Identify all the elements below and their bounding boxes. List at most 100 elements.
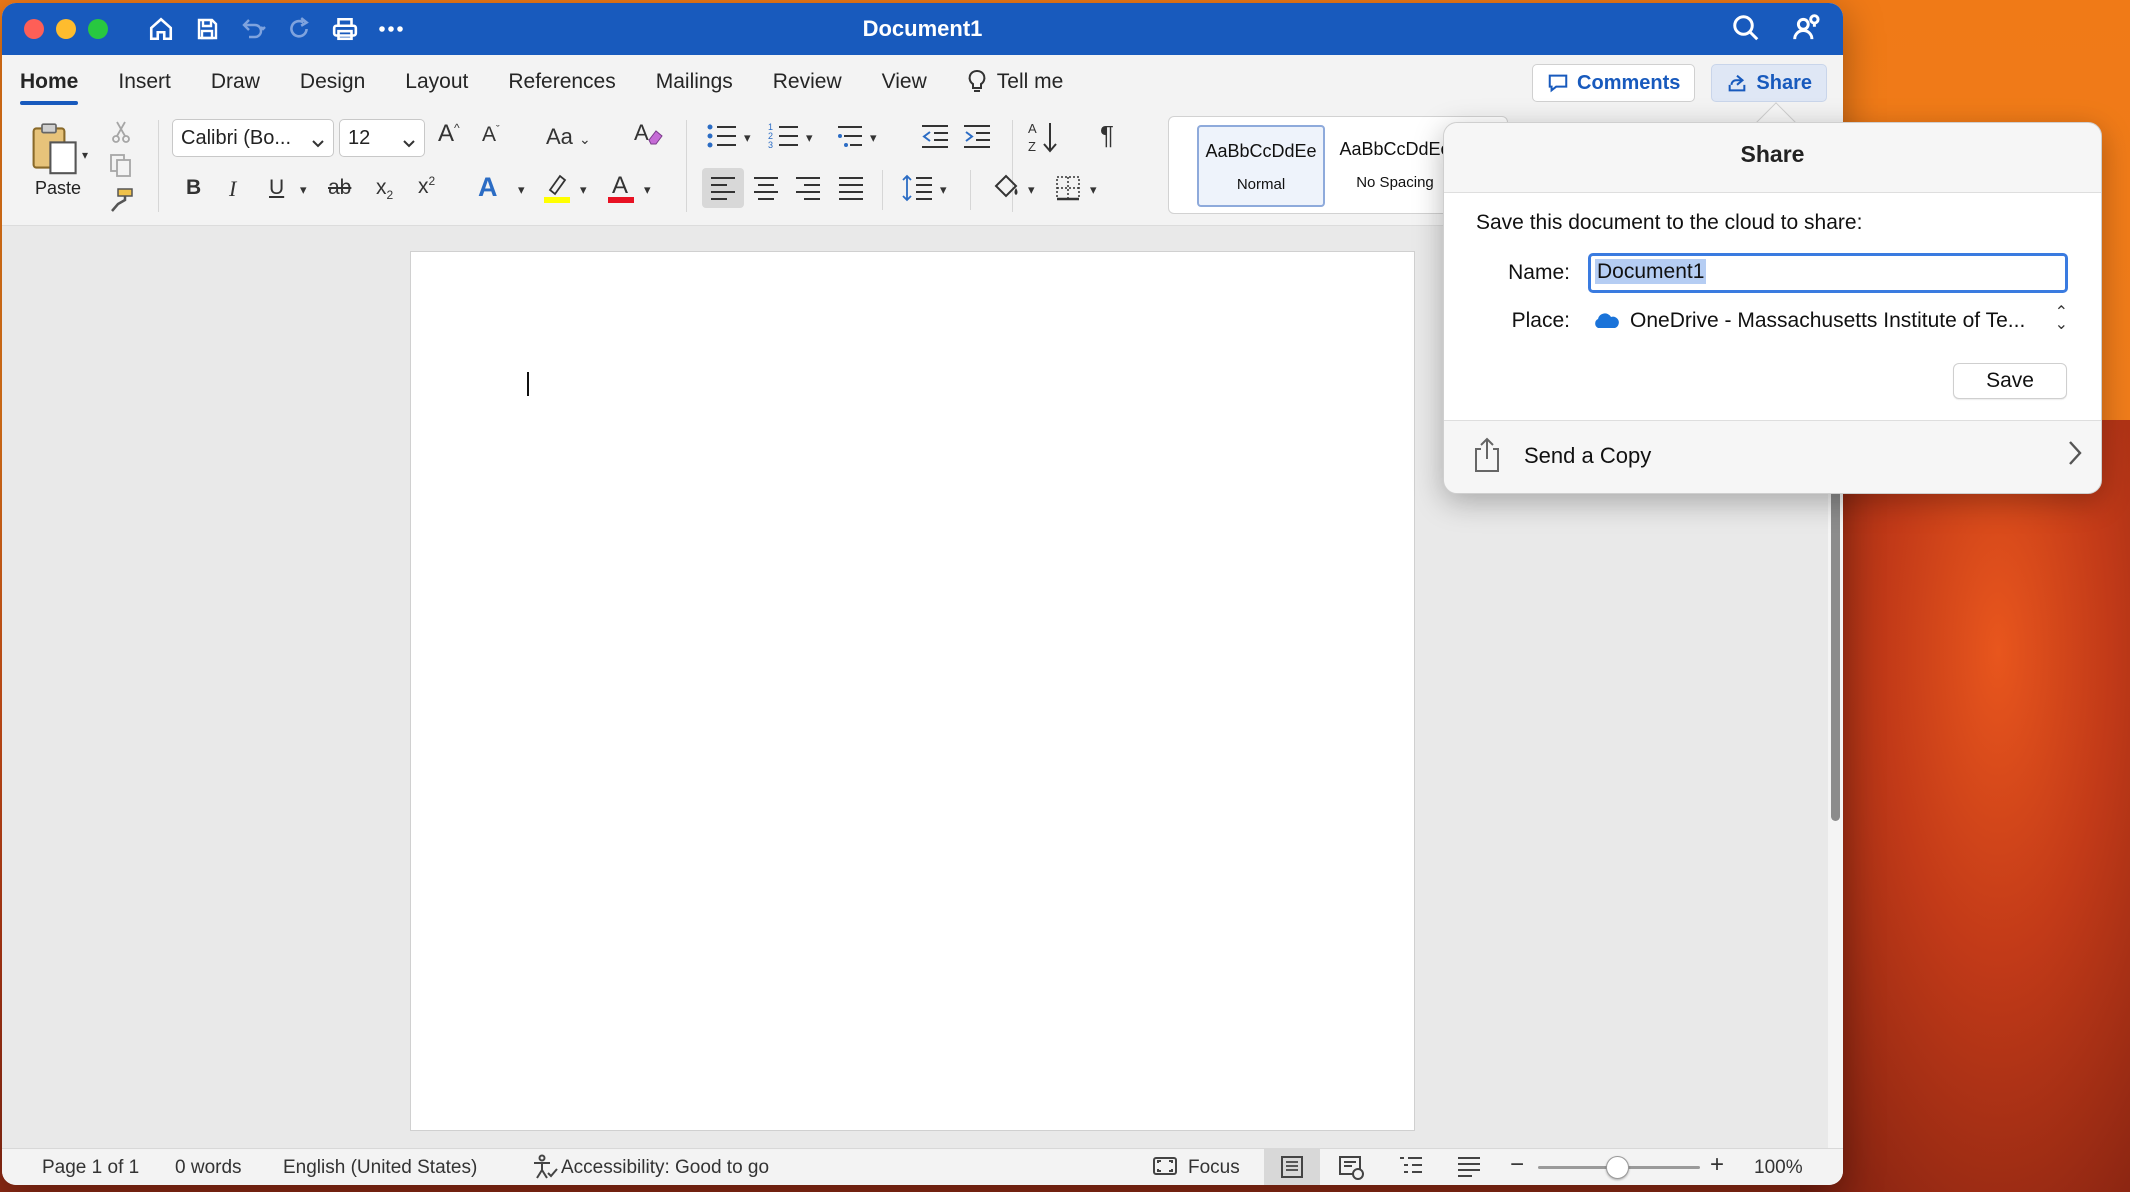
focus-mode-button[interactable]: Focus (1188, 1157, 1240, 1179)
draft-view-icon[interactable] (1456, 1155, 1482, 1185)
place-value: OneDrive - Massachusetts Institute of Te… (1630, 309, 2026, 332)
format-painter-icon[interactable] (108, 186, 136, 219)
account-icon[interactable] (1791, 13, 1823, 48)
style-no-spacing[interactable]: AaBbCcDdEe No Spacing (1331, 125, 1459, 207)
share-label: Share (1756, 71, 1812, 94)
tab-insert[interactable]: Insert (118, 55, 171, 108)
bullets-chevron-icon[interactable]: ▾ (744, 130, 751, 146)
shading-chevron-icon[interactable]: ▾ (1028, 182, 1035, 198)
print-icon[interactable] (330, 14, 360, 44)
tab-design[interactable]: Design (300, 55, 365, 108)
tab-draw[interactable]: Draw (211, 55, 260, 108)
zoom-window-button[interactable] (88, 19, 108, 39)
outline-view-icon[interactable] (1398, 1155, 1424, 1185)
tab-review[interactable]: Review (773, 55, 842, 108)
line-spacing-icon[interactable] (902, 174, 934, 208)
word-count[interactable]: 0 words (175, 1157, 242, 1179)
zoom-out-button[interactable]: − (1510, 1151, 1524, 1179)
page-count[interactable]: Page 1 of 1 (42, 1157, 139, 1179)
ribbon-separator (686, 120, 687, 212)
show-formatting-marks-icon[interactable]: ¶ (1100, 120, 1114, 151)
paste-label: Paste (35, 178, 82, 198)
cut-icon[interactable] (110, 120, 132, 149)
multilevel-chevron-icon[interactable]: ▾ (870, 130, 877, 146)
font-color-chevron-icon[interactable]: ▾ (644, 182, 651, 198)
numbering-icon[interactable]: 123 (768, 122, 800, 156)
align-left-button[interactable] (702, 168, 744, 208)
share-button[interactable]: Share (1711, 64, 1827, 102)
text-effects-chevron-icon[interactable]: ▾ (518, 182, 525, 198)
change-case-button[interactable]: Aa ⌄ (546, 124, 591, 150)
font-size-combo[interactable]: 12 (339, 119, 425, 157)
comments-button[interactable]: Comments (1532, 64, 1696, 102)
document-page[interactable] (410, 251, 1415, 1131)
tab-mailings[interactable]: Mailings (656, 55, 733, 108)
search-icon[interactable] (1731, 13, 1761, 48)
ribbon-tabs: Home Insert Draw Design Layout Reference… (2, 55, 1843, 108)
font-name-combo[interactable]: Calibri (Bo... (172, 119, 334, 157)
web-layout-icon[interactable] (1338, 1155, 1366, 1185)
underline-options-chevron-icon[interactable]: ▾ (300, 182, 307, 198)
share-export-icon (1472, 437, 1502, 478)
place-selector[interactable]: OneDrive - Massachusetts Institute of Te… (1592, 305, 2072, 333)
increase-indent-icon[interactable] (962, 122, 992, 156)
comments-label: Comments (1577, 71, 1681, 94)
zoom-level[interactable]: 100% (1754, 1157, 1803, 1179)
paste-options-chevron-icon[interactable]: ▾ (82, 148, 88, 162)
bullets-icon[interactable] (706, 122, 738, 156)
shading-icon[interactable] (992, 172, 1022, 206)
text-effects-icon[interactable]: A (478, 172, 498, 203)
highlight-chevron-icon[interactable]: ▾ (580, 182, 587, 198)
zoom-in-button[interactable]: + (1710, 1151, 1724, 1179)
zoom-slider-knob[interactable] (1606, 1156, 1629, 1179)
desktop-background (1800, 420, 2130, 1192)
style-normal[interactable]: AaBbCcDdEe Normal (1197, 125, 1325, 207)
save-to-cloud-prompt: Save this document to the cloud to share… (1476, 211, 1863, 234)
scrollbar-thumb[interactable] (1831, 486, 1840, 821)
multilevel-list-icon[interactable] (834, 122, 866, 156)
tab-layout[interactable]: Layout (405, 55, 468, 108)
grow-font-icon[interactable]: A^ (438, 120, 460, 148)
tab-home[interactable]: Home (20, 55, 79, 108)
language[interactable]: English (United States) (283, 1157, 477, 1179)
borders-chevron-icon[interactable]: ▾ (1090, 182, 1097, 198)
shrink-font-icon[interactable]: Aˇ (482, 123, 500, 147)
line-spacing-chevron-icon[interactable]: ▾ (940, 182, 947, 198)
decrease-indent-icon[interactable] (920, 122, 950, 156)
underline-icon[interactable]: U (269, 176, 284, 200)
accessibility-status[interactable]: Accessibility: Good to go (561, 1157, 769, 1179)
more-options-icon[interactable] (376, 14, 406, 44)
save-icon[interactable] (192, 14, 222, 44)
document-name-field[interactable]: Document1 (1588, 253, 2068, 293)
clear-formatting-icon[interactable]: A (632, 118, 664, 154)
highlight-icon[interactable] (542, 170, 572, 210)
copy-icon[interactable] (108, 152, 134, 183)
tab-references[interactable]: References (508, 55, 615, 108)
text-cursor (527, 372, 529, 396)
close-window-button[interactable] (24, 19, 44, 39)
send-a-copy-row[interactable]: Send a Copy (1444, 421, 2101, 493)
minimize-window-button[interactable] (56, 19, 76, 39)
tab-view[interactable]: View (882, 55, 927, 108)
sort-icon[interactable]: AZ (1028, 120, 1060, 160)
onedrive-icon (1595, 313, 1619, 328)
redo-icon[interactable] (284, 14, 314, 44)
borders-icon[interactable] (1054, 174, 1082, 208)
save-button[interactable]: Save (1953, 363, 2067, 399)
numbering-chevron-icon[interactable]: ▾ (806, 130, 813, 146)
paste-button[interactable] (28, 120, 84, 181)
subscript-icon[interactable]: x2 (376, 176, 393, 202)
bold-icon[interactable]: B (186, 176, 201, 200)
undo-icon[interactable] (238, 14, 268, 44)
home-icon[interactable] (146, 14, 176, 44)
align-center-icon[interactable] (753, 176, 779, 206)
tell-me-search[interactable]: Tell me (967, 55, 1063, 108)
justify-icon[interactable] (838, 176, 864, 206)
strikethrough-icon[interactable]: ab (328, 176, 351, 200)
font-color-icon[interactable]: A (606, 170, 636, 210)
svg-text:3: 3 (768, 140, 773, 150)
align-right-icon[interactable] (795, 176, 821, 206)
italic-icon[interactable]: I (229, 176, 236, 202)
print-layout-view-button[interactable] (1264, 1149, 1320, 1185)
superscript-icon[interactable]: x2 (418, 174, 435, 199)
